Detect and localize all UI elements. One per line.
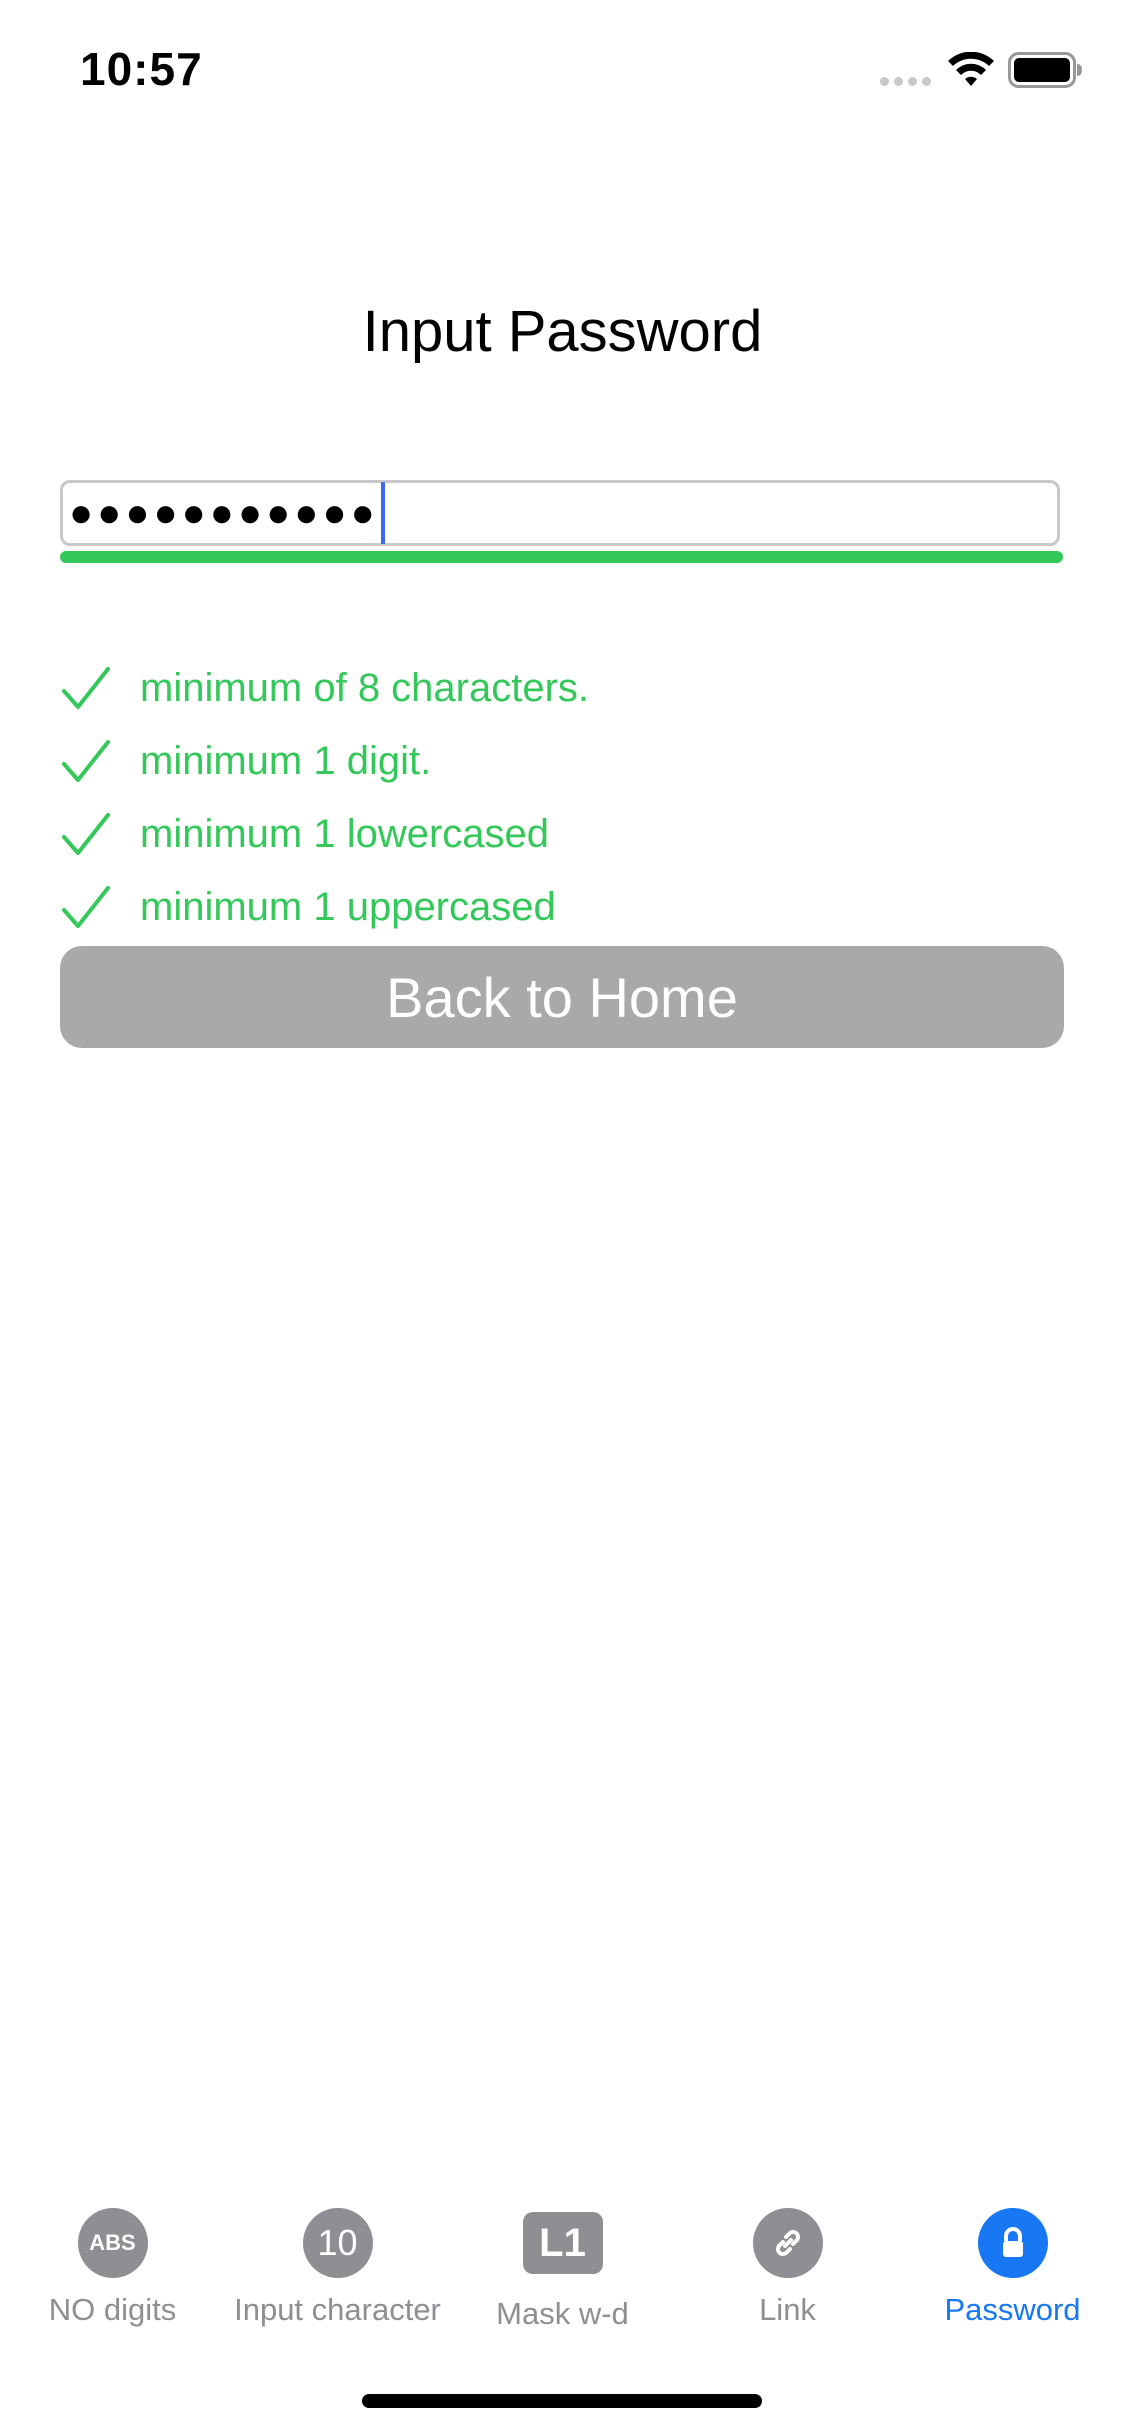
checkmark-icon	[62, 885, 110, 928]
password-input[interactable]: ●●●●●●●●●●●	[60, 480, 1060, 546]
back-to-home-button[interactable]: Back to Home	[60, 946, 1064, 1048]
text-cursor	[380, 482, 385, 544]
tab-mask-w-d[interactable]: L1 Mask w-d	[450, 2190, 675, 2350]
tab-label: Password	[944, 2292, 1081, 2327]
tab-label: Mask w-d	[496, 2296, 629, 2331]
cellular-signal-icon	[880, 77, 931, 86]
l1-icon: L1	[522, 2212, 603, 2274]
tab-label: Input character	[234, 2292, 441, 2327]
requirement-item: minimum of 8 characters.	[60, 652, 1060, 725]
lock-icon	[977, 2208, 1048, 2278]
checkmark-icon	[62, 666, 110, 709]
home-indicator[interactable]	[362, 2394, 762, 2408]
tab-label: NO digits	[48, 2292, 177, 2327]
number-10-icon: 10	[302, 2208, 373, 2278]
tab-input-character[interactable]: 10 Input character	[225, 2190, 450, 2350]
requirements-list: minimum of 8 characters. minimum 1 digit…	[60, 652, 1060, 944]
requirement-label: minimum 1 digit.	[140, 739, 432, 783]
checkmark-icon	[62, 812, 110, 855]
battery-icon	[1008, 52, 1082, 88]
requirement-label: minimum 1 uppercased	[140, 885, 556, 929]
tab-no-digits[interactable]: ABS NO digits	[0, 2190, 225, 2350]
requirement-label: minimum 1 lowercased	[140, 812, 550, 856]
wifi-icon	[948, 52, 994, 86]
requirement-item: minimum 1 lowercased	[60, 798, 1060, 871]
requirement-item: minimum 1 digit.	[60, 725, 1060, 798]
abs-icon: ABS	[77, 2208, 148, 2278]
tab-bar: ABS NO digits 10 Input character L1 Mask…	[0, 2190, 1125, 2350]
page-title: Input Password	[362, 299, 763, 364]
tab-label: Link	[759, 2292, 816, 2327]
requirement-label: minimum of 8 characters.	[140, 666, 590, 710]
link-icon	[752, 2208, 823, 2278]
status-bar: 10:57	[0, 0, 1125, 140]
password-strength-bar	[60, 551, 1063, 563]
tab-link[interactable]: Link	[675, 2190, 900, 2350]
tab-password[interactable]: Password	[900, 2190, 1125, 2350]
checkmark-icon	[62, 739, 110, 782]
status-time: 10:57	[80, 43, 203, 95]
password-masked-value: ●●●●●●●●●●●	[69, 491, 379, 535]
requirement-item: minimum 1 uppercased	[60, 871, 1060, 944]
